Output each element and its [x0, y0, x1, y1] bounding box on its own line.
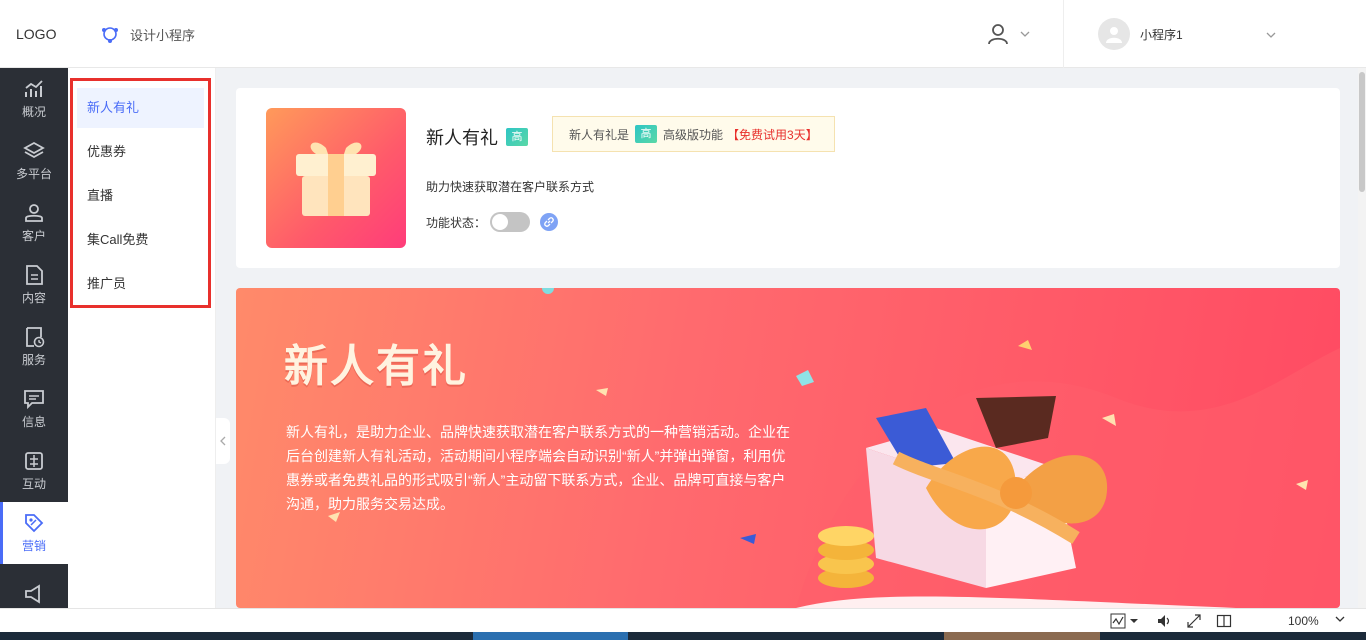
feature-title-text: 新人有礼 — [426, 128, 498, 148]
browser-status-bar: 100% — [0, 608, 1366, 632]
nav-item-message[interactable]: 信息 — [0, 378, 68, 440]
nav-label: 互动 — [21, 477, 46, 491]
nav-item-multiplatform[interactable]: 多平台 — [0, 130, 68, 192]
design-link-label: 设计小程序 — [130, 27, 196, 43]
logo[interactable]: LOGO — [16, 26, 56, 42]
nav-label: 信息 — [21, 415, 46, 429]
sub-item-new-user-gift[interactable]: 新人有礼 — [77, 88, 204, 128]
user-icon — [25, 204, 43, 222]
sub-menu: 新人有礼 优惠券 直播 集Call免费 推广员 — [68, 68, 216, 608]
feature-title: 新人有礼 高 — [426, 124, 528, 150]
nav-label: 客户 — [21, 229, 46, 243]
nav-item-overview[interactable]: 概况 — [0, 68, 68, 130]
sub-item-coupon[interactable]: 优惠券 — [77, 132, 204, 176]
top-header: LOGO 设计小程序 小程序1 — [0, 0, 1366, 68]
link-icon[interactable] — [540, 213, 559, 231]
taskbar-app[interactable] — [944, 632, 1100, 640]
miniprogram-icon — [102, 27, 118, 43]
feature-description: 助力快速获取潜在客户联系方式 — [426, 180, 595, 194]
page-scrollbar[interactable] — [1358, 68, 1366, 608]
volume-icon[interactable] — [1156, 613, 1172, 629]
sub-item-promoter[interactable]: 推广员 — [77, 264, 204, 308]
gift-thumbnail — [266, 108, 406, 248]
performance-icon[interactable] — [1110, 613, 1140, 629]
premium-notice: 新人有礼是 高 高级版功能 【免费试用3天】 — [552, 116, 835, 152]
feature-status-toggle[interactable] — [490, 212, 531, 232]
nav-label: 内容 — [21, 291, 46, 305]
sub-menu-highlight: 新人有礼 优惠券 直播 集Call免费 推广员 — [70, 78, 211, 308]
status-label: 功能状态： — [426, 215, 487, 230]
feature-status-row: 功能状态： — [426, 212, 559, 232]
banner-title: 新人有礼 — [284, 341, 468, 392]
scrollbar-thumb[interactable] — [1359, 72, 1365, 192]
user-icon — [988, 24, 1008, 45]
design-miniprogram-link[interactable]: 设计小程序 — [100, 24, 195, 44]
main-nav: 概况 多平台 客户 内容 服务 信息 互动 营销 — [0, 68, 68, 608]
taskbar-app[interactable] — [473, 632, 628, 640]
intro-banner: 新人有礼 新人有礼，是助力企业、品牌快速获取潜在客户联系方式的一种营销活动。企业… — [236, 288, 1340, 608]
notice-suffix: 高级版功能 — [663, 127, 724, 142]
document-icon — [26, 265, 43, 285]
header-divider — [1063, 0, 1064, 68]
collapse-submenu-button[interactable] — [216, 418, 230, 464]
account-switcher[interactable]: 小程序1 — [1098, 18, 1183, 50]
megaphone-icon — [25, 583, 40, 604]
nav-item-customer[interactable]: 客户 — [0, 192, 68, 254]
nav-item-service[interactable]: 服务 — [0, 316, 68, 378]
chevron-down-icon[interactable] — [1264, 28, 1278, 42]
service-clock-icon — [26, 327, 45, 348]
chart-trend-icon — [25, 80, 43, 97]
feature-card: 新人有礼 高 新人有礼是 高 高级版功能 【免费试用3天】 助力快速获取潜在客户… — [236, 88, 1340, 268]
expand-icon[interactable] — [1186, 613, 1202, 629]
nav-item-more[interactable] — [0, 564, 68, 608]
chevron-down-icon — [1020, 31, 1030, 37]
message-icon — [24, 390, 44, 410]
avatar — [1098, 18, 1130, 50]
nav-label: 多平台 — [15, 167, 52, 181]
chevron-left-icon — [220, 436, 226, 446]
premium-badge: 高 — [506, 128, 528, 146]
gift-icon — [296, 142, 376, 216]
split-view-icon[interactable] — [1216, 613, 1232, 629]
sub-item-live[interactable]: 直播 — [77, 176, 204, 220]
free-trial-link[interactable]: 【免费试用3天】 — [727, 126, 818, 143]
layers-icon — [23, 141, 45, 159]
chain-link-icon — [544, 217, 554, 227]
tag-icon — [25, 514, 44, 533]
avatar-placeholder-icon — [1106, 27, 1122, 43]
banner-description: 新人有礼，是助力企业、品牌快速获取潜在客户联系方式的一种营销活动。企业在后台创建… — [286, 424, 790, 512]
account-name: 小程序1 — [1140, 27, 1183, 42]
nav-label: 概况 — [21, 105, 46, 119]
interaction-icon — [25, 452, 43, 470]
sub-item-call-free[interactable]: 集Call免费 — [77, 220, 204, 264]
chevron-down-icon[interactable] — [1334, 613, 1346, 625]
nav-label: 服务 — [21, 353, 46, 367]
notice-prefix: 新人有礼是 — [569, 127, 630, 142]
nav-item-marketing[interactable]: 营销 — [0, 502, 68, 564]
user-menu[interactable] — [986, 22, 1032, 46]
nav-label: 营销 — [21, 539, 46, 553]
nav-item-interaction[interactable]: 互动 — [0, 440, 68, 502]
premium-badge: 高 — [635, 125, 658, 143]
nav-item-content[interactable]: 内容 — [0, 254, 68, 316]
os-taskbar — [0, 632, 1366, 640]
zoom-level[interactable]: 100% — [1288, 614, 1319, 628]
